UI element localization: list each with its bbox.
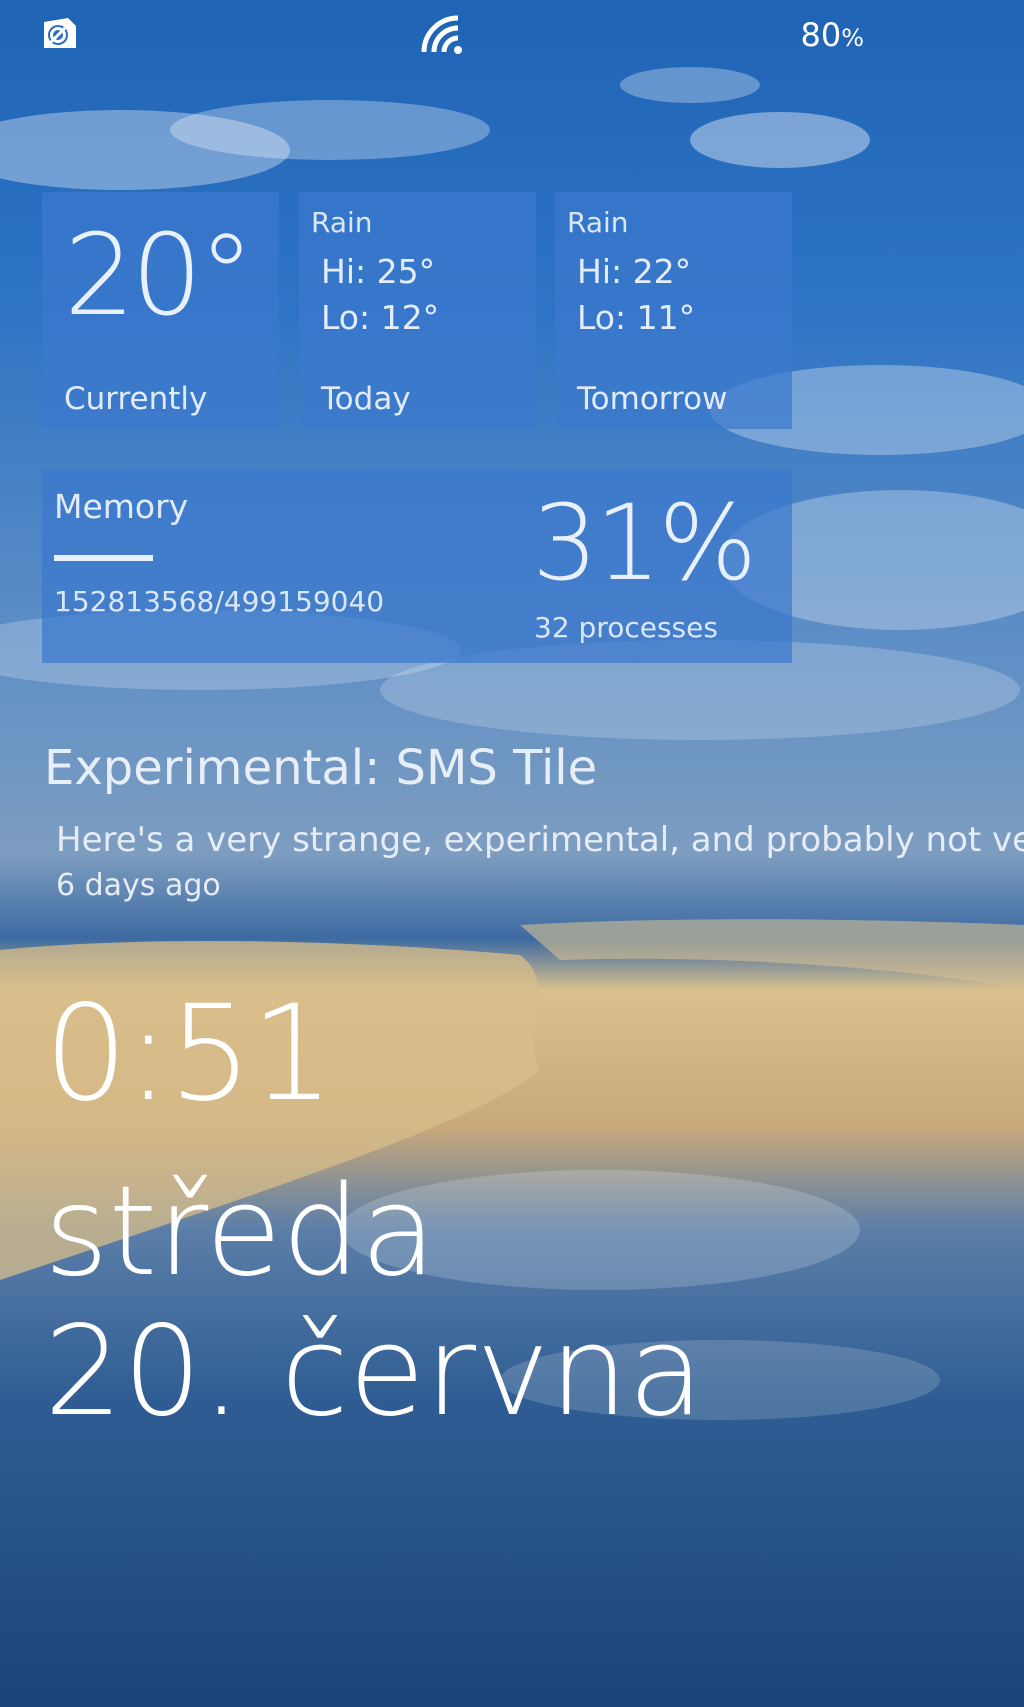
tomorrow-label: Tomorrow bbox=[577, 381, 728, 417]
lock-date: 20. června bbox=[44, 1300, 705, 1444]
wifi-icon bbox=[420, 14, 466, 60]
lock-clock-time: 0:51 bbox=[44, 977, 334, 1131]
memory-tile[interactable]: Memory 152813568/499159040 31% 32 proces… bbox=[42, 469, 792, 663]
notification-icon bbox=[38, 14, 80, 58]
today-high: Hi: 25° bbox=[321, 252, 436, 291]
battery-unit: % bbox=[841, 24, 864, 52]
weather-tomorrow-tile[interactable]: Rain Hi: 22° Lo: 11° Tomorrow bbox=[555, 192, 792, 429]
memory-processes: 32 processes bbox=[534, 611, 718, 644]
weather-today-tile[interactable]: Rain Hi: 25° Lo: 12° Today bbox=[299, 192, 536, 429]
memory-percent: 31% bbox=[532, 482, 757, 604]
tomorrow-high: Hi: 22° bbox=[577, 252, 692, 291]
weather-current-tile[interactable]: 20° Currently bbox=[42, 192, 279, 429]
memory-usage-fill bbox=[54, 555, 154, 561]
today-condition: Rain bbox=[311, 206, 373, 239]
sms-tile-title: Experimental: SMS Tile bbox=[44, 740, 598, 796]
battery-number: 80 bbox=[800, 16, 842, 54]
memory-bytes: 152813568/499159040 bbox=[54, 585, 385, 618]
current-temperature: 20° bbox=[64, 211, 255, 341]
memory-usage-bar bbox=[54, 555, 374, 561]
tomorrow-low: Lo: 11° bbox=[577, 298, 696, 337]
battery-level: 80% bbox=[800, 16, 864, 54]
status-bar: 80% bbox=[0, 0, 1024, 80]
today-label: Today bbox=[321, 381, 411, 417]
lock-day-of-week: středa bbox=[44, 1160, 437, 1304]
memory-title: Memory bbox=[54, 487, 189, 526]
current-label: Currently bbox=[64, 381, 208, 417]
sms-tile-time: 6 days ago bbox=[56, 868, 221, 903]
today-low: Lo: 12° bbox=[321, 298, 440, 337]
tomorrow-condition: Rain bbox=[567, 206, 629, 239]
sms-tile-body: Here's a very strange, experimental, and… bbox=[56, 820, 1024, 860]
